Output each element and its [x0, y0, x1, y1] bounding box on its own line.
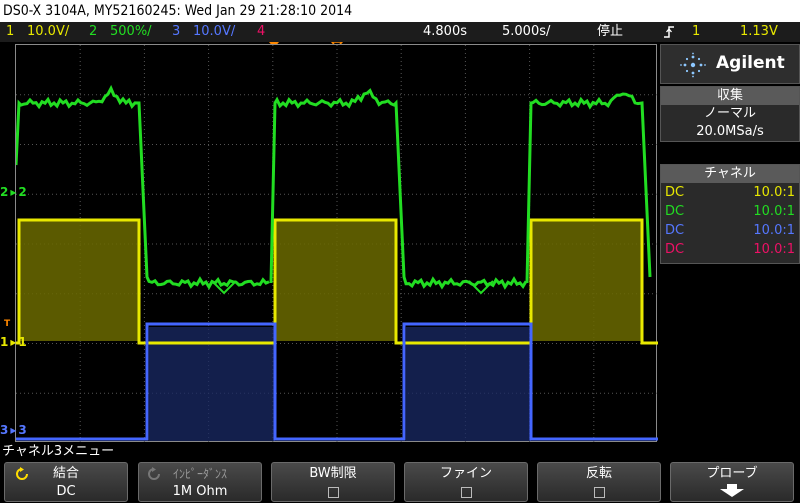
ch1-envelope-fill	[19, 221, 139, 341]
channel-row: DC 10.0:1	[661, 202, 799, 221]
rotate-knob-icon	[16, 467, 28, 480]
channel-probe-ratio: 10.0:1	[753, 242, 795, 257]
side-panel: Agilent 収集 ノーマル 20.0MSa/s チャネル DC 10.0:1 D…	[660, 44, 800, 442]
ch2-scale: 500%/	[110, 24, 152, 39]
ch3-ground-marker[interactable]: 3 ▸ 3	[0, 424, 27, 436]
graticule-and-traces	[16, 45, 658, 443]
run-state: 停止	[597, 24, 624, 39]
channel-probe-ratio: 10.0:1	[753, 223, 795, 238]
sample-rate: 20.0MSa/s	[696, 124, 764, 139]
ch4-indicator[interactable]: 4	[257, 22, 265, 42]
fine-checkbox[interactable]	[460, 487, 472, 498]
menu-title: チャネル3メニュー	[2, 444, 115, 459]
ch1-envelope-fill	[275, 221, 396, 341]
softkey-fine[interactable]: ファイン	[404, 462, 528, 502]
channel-panel: チャネル DC 10.0:1 DC 10.0:1 DC 10.0:1 DC 10.0:1	[660, 164, 800, 264]
ch2-indicator[interactable]: 2	[89, 22, 97, 42]
ch1-indicator[interactable]: 1	[6, 22, 14, 42]
acquisition-panel: 収集 ノーマル 20.0MSa/s	[660, 86, 800, 142]
delay-value: 4.800s	[423, 24, 467, 39]
acquisition-mode: ノーマル	[703, 106, 756, 121]
softkey-probe[interactable]: プローブ	[670, 462, 794, 502]
window-title: DS0-X 3104A, MY52160245: Wed Jan 29 21:2…	[0, 0, 800, 22]
bw-limit-checkbox[interactable]	[327, 487, 339, 498]
channel-coupling: DC	[665, 185, 685, 200]
submenu-arrow-icon	[720, 484, 744, 497]
ch3-scale: 10.0V/	[193, 24, 236, 39]
brand-logo-text: Agilent	[716, 53, 785, 73]
channel-coupling: DC	[665, 223, 685, 238]
timebase-value: 5.000s/	[502, 24, 551, 39]
softkey-coupling[interactable]: 結合 DC	[4, 462, 128, 502]
ch1-envelope-fill	[531, 221, 642, 341]
channel-probe-ratio: 10.0:1	[753, 204, 795, 219]
status-bar: 1 10.0V/ 2 500%/ 3 10.0V/ 4 4.800s 5.000…	[0, 22, 800, 42]
invert-checkbox[interactable]	[593, 487, 605, 498]
trigger-source: 1	[692, 24, 701, 39]
waveform-display[interactable]	[15, 44, 658, 443]
acquisition-heading: 収集	[661, 87, 799, 105]
ch2-ground-marker[interactable]: 2 ▸ 2	[0, 186, 27, 198]
softkey-invert[interactable]: 反転	[537, 462, 661, 502]
channel-row: DC 10.0:1	[661, 240, 799, 259]
agilent-spark-icon	[680, 52, 706, 78]
softkey-impedance[interactable]: ｲﾝﾋﾟｰﾀﾞﾝｽ 1M Ohm	[138, 462, 262, 502]
channel-probe-ratio: 10.0:1	[753, 185, 795, 200]
rotate-knob-icon	[148, 467, 160, 480]
channel-row: DC 10.0:1	[661, 183, 799, 202]
channel-coupling: DC	[665, 242, 685, 257]
ch1-ground-marker[interactable]: 1 ▸ 1	[0, 336, 27, 348]
trigger-level: 1.13V	[740, 24, 778, 39]
ch3-indicator[interactable]: 3	[172, 22, 180, 42]
channel-coupling: DC	[665, 204, 685, 219]
trigger-level-marker: T	[4, 319, 11, 329]
channel-row: DC 10.0:1	[661, 221, 799, 240]
logo-panel: Agilent	[660, 44, 800, 84]
trigger-edge-icon	[662, 22, 676, 42]
ch1-scale: 10.0V/	[27, 24, 70, 39]
softkey-bw-limit[interactable]: BW制限	[271, 462, 395, 502]
channel-heading: チャネル	[661, 165, 799, 183]
